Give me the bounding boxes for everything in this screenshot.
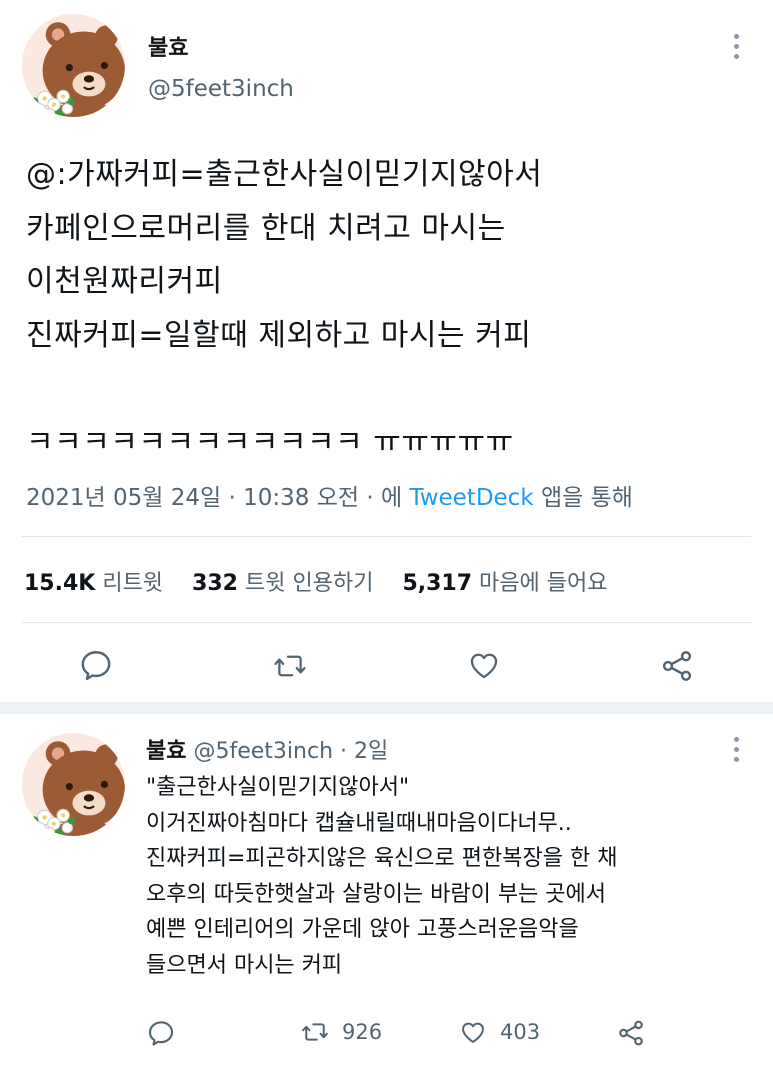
display-name[interactable]: 불효 [148,30,188,62]
main-tweet: 불효 @5feet3inch @:가짜커피=출근한사실이믿기지않아서 카페인으로… [0,0,773,702]
reply-button[interactable] [146,1018,176,1048]
avatar[interactable] [22,14,125,117]
tweet-text: @:가짜커피=출근한사실이믿기지않아서 카페인으로머리를 한대 치려고 마시는 … [26,157,543,460]
retweet-count: 926 [342,1020,383,1044]
share-icon [619,1020,643,1046]
user-handle[interactable]: @5feet3inch [148,76,294,102]
retweet-button[interactable]: 926 [300,1018,382,1046]
like-count: 403 [500,1020,541,1044]
more-options-button[interactable] [729,737,743,762]
tweet-time[interactable]: 2일 [354,739,388,764]
retweet-button[interactable] [272,649,308,683]
likes-stat[interactable]: 5,317 마음에 들어요 [402,571,607,596]
tweet-separator [0,702,773,714]
reply-icon [81,651,111,680]
tweet-stats: 15.4K 리트윗 332 트윗 인용하기 5,317 마음에 들어요 [24,565,629,597]
retweet-icon [302,1023,328,1041]
quotes-count: 332 [192,571,238,596]
source-app-link[interactable]: TweetDeck [409,485,533,511]
quotes-stat[interactable]: 332 트윗 인용하기 [192,571,380,596]
bear-avatar-icon [22,14,125,117]
tweet-time[interactable]: 10:38 오전 [243,485,359,511]
tweet-text: "출근한사실이믿기지않아서" 이거진짜아침마다 캡슐내릴때내마음이다너무.. 진… [146,775,618,978]
retweet-icon [274,655,306,677]
quotes-label: 트윗 인용하기 [245,571,374,596]
more-icon [733,34,739,39]
more-icon [733,737,739,742]
retweets-label: 리트윗 [102,571,164,596]
user-handle[interactable]: @5feet3inch [193,739,333,764]
reply-icon [148,1021,174,1046]
avatar[interactable] [22,733,125,836]
likes-count: 5,317 [402,571,473,596]
like-button[interactable]: 403 [458,1018,540,1046]
likes-label: 마음에 들어요 [479,571,608,596]
reply-header: 불효 @5feet3inch · 2일 [146,733,388,765]
more-options-button[interactable] [729,34,743,59]
share-button[interactable] [659,648,695,684]
display-name[interactable]: 불효 [146,739,186,764]
reply-button[interactable] [78,647,114,683]
share-icon [662,651,692,681]
like-button[interactable] [466,648,502,682]
heart-icon [462,1022,484,1043]
tweet-date[interactable]: 2021년 05월 24일 [26,485,221,511]
via-suffix: 앱을 통해 [540,485,633,511]
meta-separator: · [340,739,348,764]
retweets-stat[interactable]: 15.4K 리트윗 [24,571,170,596]
meta-separator: · [366,485,374,511]
via-prefix: 에 [380,485,403,511]
tweet-timestamp-line: 2021년 05월 24일 · 10:38 오전 · 에 TweetDeck 앱… [26,478,633,512]
divider [22,622,751,623]
share-button[interactable] [616,1018,646,1048]
heart-icon [470,653,498,679]
retweets-count: 15.4K [24,571,96,596]
meta-separator: · [228,485,236,511]
bear-avatar-icon [22,733,125,836]
reply-action-bar: 926 403 [146,1018,666,1052]
divider [22,536,751,537]
